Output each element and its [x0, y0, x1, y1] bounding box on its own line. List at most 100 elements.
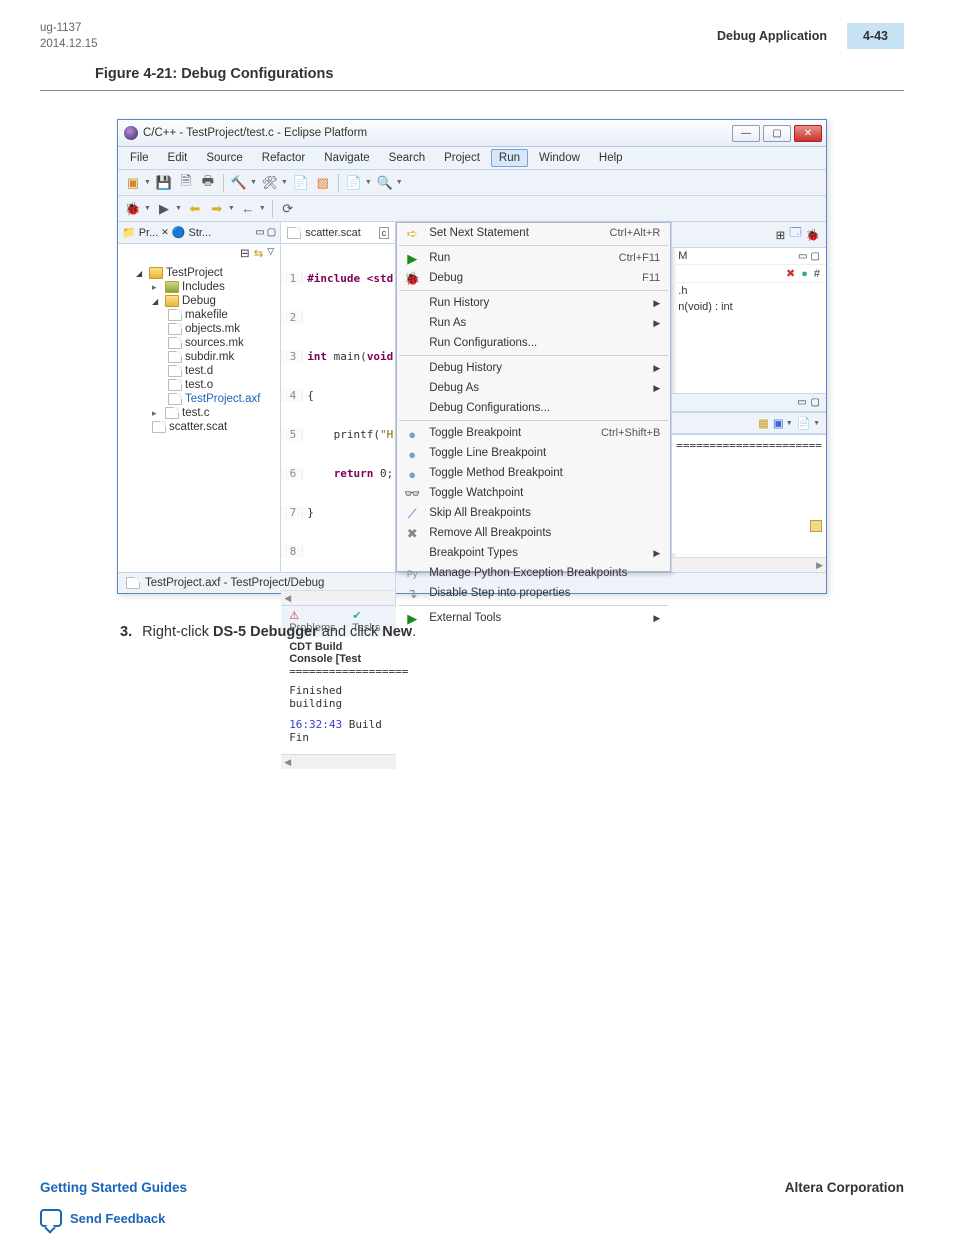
tree-debug[interactable]: Debug: [182, 295, 216, 307]
maximize-view-icon[interactable]: ▢: [811, 251, 820, 262]
menu-file[interactable]: File: [122, 149, 157, 167]
watchpoint-icon: 👓: [403, 486, 421, 502]
menu-manage-python-bp[interactable]: Py Manage Python Exception Breakpoints: [397, 563, 670, 583]
menu-bp-types[interactable]: Breakpoint Types▶: [397, 543, 670, 563]
menu-run-as[interactable]: Run As▶: [397, 313, 670, 333]
menu-run-config[interactable]: Run Configurations...: [397, 333, 670, 353]
menu-disable-step-into[interactable]: ↴ Disable Step into properties: [397, 583, 670, 603]
refresh-icon[interactable]: ⟳: [279, 200, 297, 218]
tree-test-c[interactable]: test.c: [182, 407, 209, 419]
build-icon[interactable]: 🔨: [230, 174, 248, 192]
tree-makefile[interactable]: makefile: [185, 309, 228, 321]
menu-help[interactable]: Help: [591, 149, 631, 167]
console-action-icon[interactable]: 📄: [797, 416, 811, 430]
feedback-link[interactable]: Send Feedback: [70, 1211, 165, 1226]
console-scrollbar[interactable]: ◀: [281, 754, 396, 769]
tree-sources-mk[interactable]: sources.mk: [185, 337, 244, 349]
window-title: C/C++ - TestProject/test.c - Eclipse Pla…: [143, 127, 367, 139]
menu-debug-cmd[interactable]: 🐞 DebugF11: [397, 268, 670, 288]
menu-source[interactable]: Source: [198, 149, 250, 167]
maximize-button[interactable]: ▢: [763, 125, 791, 142]
right-scrollbar[interactable]: ▶: [672, 557, 826, 572]
file-icon: [287, 227, 301, 239]
save-icon[interactable]: 💾: [155, 174, 173, 192]
console-action-icon[interactable]: ▣: [773, 416, 784, 430]
menu-debug-history[interactable]: Debug History▶: [397, 358, 670, 378]
minimize-button[interactable]: —: [732, 125, 760, 142]
nav-back-icon[interactable]: ←: [239, 200, 257, 218]
menu-external-tools[interactable]: ▶ External Tools▶: [397, 608, 670, 628]
tab-project-explorer[interactable]: Pr...: [139, 227, 159, 239]
back-icon[interactable]: ⬅: [186, 200, 204, 218]
editor-scrollbar[interactable]: ◀: [281, 590, 395, 605]
menu-edit[interactable]: Edit: [160, 149, 196, 167]
feedback-icon[interactable]: [40, 1209, 62, 1227]
rss-icon[interactable]: ▧: [314, 174, 332, 192]
tree-subdir-mk[interactable]: subdir.mk: [185, 351, 234, 363]
binary-icon[interactable]: 📄: [292, 174, 310, 192]
menu-navigate[interactable]: Navigate: [316, 149, 377, 167]
circle-icon[interactable]: ●: [801, 268, 808, 280]
right-panel: ⊞ 🗔 🐞 M ▭ ▢ ✖ ● # .h n(v: [671, 222, 826, 572]
divider: [40, 90, 904, 91]
menu-refactor[interactable]: Refactor: [254, 149, 313, 167]
tree-includes[interactable]: Includes: [182, 281, 225, 293]
tree-testproject[interactable]: TestProject: [166, 267, 223, 279]
hash-icon[interactable]: #: [814, 268, 820, 280]
minimize-view-icon[interactable]: ▭: [255, 227, 264, 238]
run-icon[interactable]: ▶: [155, 200, 173, 218]
project-tree[interactable]: TestProject Includes Debug makefile obje…: [118, 262, 280, 438]
remove-bp-icon: ✖: [403, 526, 421, 542]
menu-run[interactable]: Run: [491, 149, 528, 167]
forward-icon[interactable]: ➡: [208, 200, 226, 218]
error-icon[interactable]: ✖: [786, 267, 795, 280]
menu-window[interactable]: Window: [531, 149, 588, 167]
debug-icon[interactable]: 🐞: [124, 200, 142, 218]
hammer-icon[interactable]: 🛠: [261, 174, 279, 192]
tree-testproject-axf[interactable]: TestProject.axf: [185, 393, 260, 405]
new-icon[interactable]: ▣: [124, 174, 142, 192]
footer-left-link[interactable]: Getting Started Guides: [40, 1180, 187, 1195]
tree-objects-mk[interactable]: objects.mk: [185, 323, 240, 335]
minimize-view-icon[interactable]: ▭: [797, 397, 806, 408]
minimize-view-icon[interactable]: ▭: [798, 251, 807, 262]
menu-toggle-bp[interactable]: ● Toggle BreakpointCtrl+Shift+B: [397, 423, 670, 443]
menubar: File Edit Source Refactor Navigate Searc…: [118, 147, 826, 170]
menu-toggle-watchpoint[interactable]: 👓 Toggle Watchpoint: [397, 483, 670, 503]
menu-search[interactable]: Search: [381, 149, 433, 167]
menu-debug-as[interactable]: Debug As▶: [397, 378, 670, 398]
bug-icon: 🐞: [403, 271, 421, 287]
menu-run-cmd[interactable]: ▶ RunCtrl+F11: [397, 248, 670, 268]
streams-icon: 🔵: [172, 226, 186, 239]
menu-remove-all-bp[interactable]: ✖ Remove All Breakpoints: [397, 523, 670, 543]
menu-toggle-line-bp[interactable]: ● Toggle Line Breakpoint: [397, 443, 670, 463]
collapse-all-icon[interactable]: ⊟: [240, 246, 250, 260]
console-action-icon[interactable]: ▦: [758, 416, 769, 430]
menu-debug-config[interactable]: Debug Configurations...: [397, 398, 670, 418]
breakpoint-icon: ●: [403, 466, 421, 482]
save-all-icon[interactable]: 🗎: [177, 174, 195, 192]
link-editor-icon[interactable]: ⇆: [254, 246, 264, 260]
open-type-icon[interactable]: 🔍: [376, 174, 394, 192]
menu-skip-all-bp[interactable]: ⟋ Skip All Breakpoints: [397, 503, 670, 523]
perspective-icon-2[interactable]: 🗔: [789, 225, 801, 244]
maximize-view-icon[interactable]: ▢: [811, 397, 820, 408]
tree-test-d[interactable]: test.d: [185, 365, 213, 377]
menu-project[interactable]: Project: [436, 149, 488, 167]
menu-set-next-statement[interactable]: ➪ Set Next StatementCtrl+Alt+R: [397, 223, 670, 243]
tree-test-o[interactable]: test.o: [185, 379, 213, 391]
tree-scatter[interactable]: scatter.scat: [169, 421, 227, 433]
perspective-debug-icon[interactable]: 🐞: [806, 228, 820, 242]
perspective-icon-1[interactable]: ⊞: [776, 228, 786, 242]
print-icon[interactable]: 🖶: [199, 174, 217, 192]
editor-tab-name[interactable]: scatter.scat: [305, 227, 361, 239]
view-menu-icon[interactable]: ▽: [267, 246, 274, 260]
menu-toggle-method-bp[interactable]: ● Toggle Method Breakpoint: [397, 463, 670, 483]
c-toggle-icon[interactable]: c: [379, 227, 390, 239]
code-editor[interactable]: 1#include <std 2 3int main(void 4{ 5 pri…: [281, 244, 395, 586]
tab-streams[interactable]: Str...: [189, 227, 212, 239]
menu-run-history[interactable]: Run History▶: [397, 293, 670, 313]
new-file-icon[interactable]: 📄: [345, 174, 363, 192]
maximize-view-icon[interactable]: ▢: [267, 227, 276, 238]
close-button[interactable]: ✕: [794, 125, 822, 142]
